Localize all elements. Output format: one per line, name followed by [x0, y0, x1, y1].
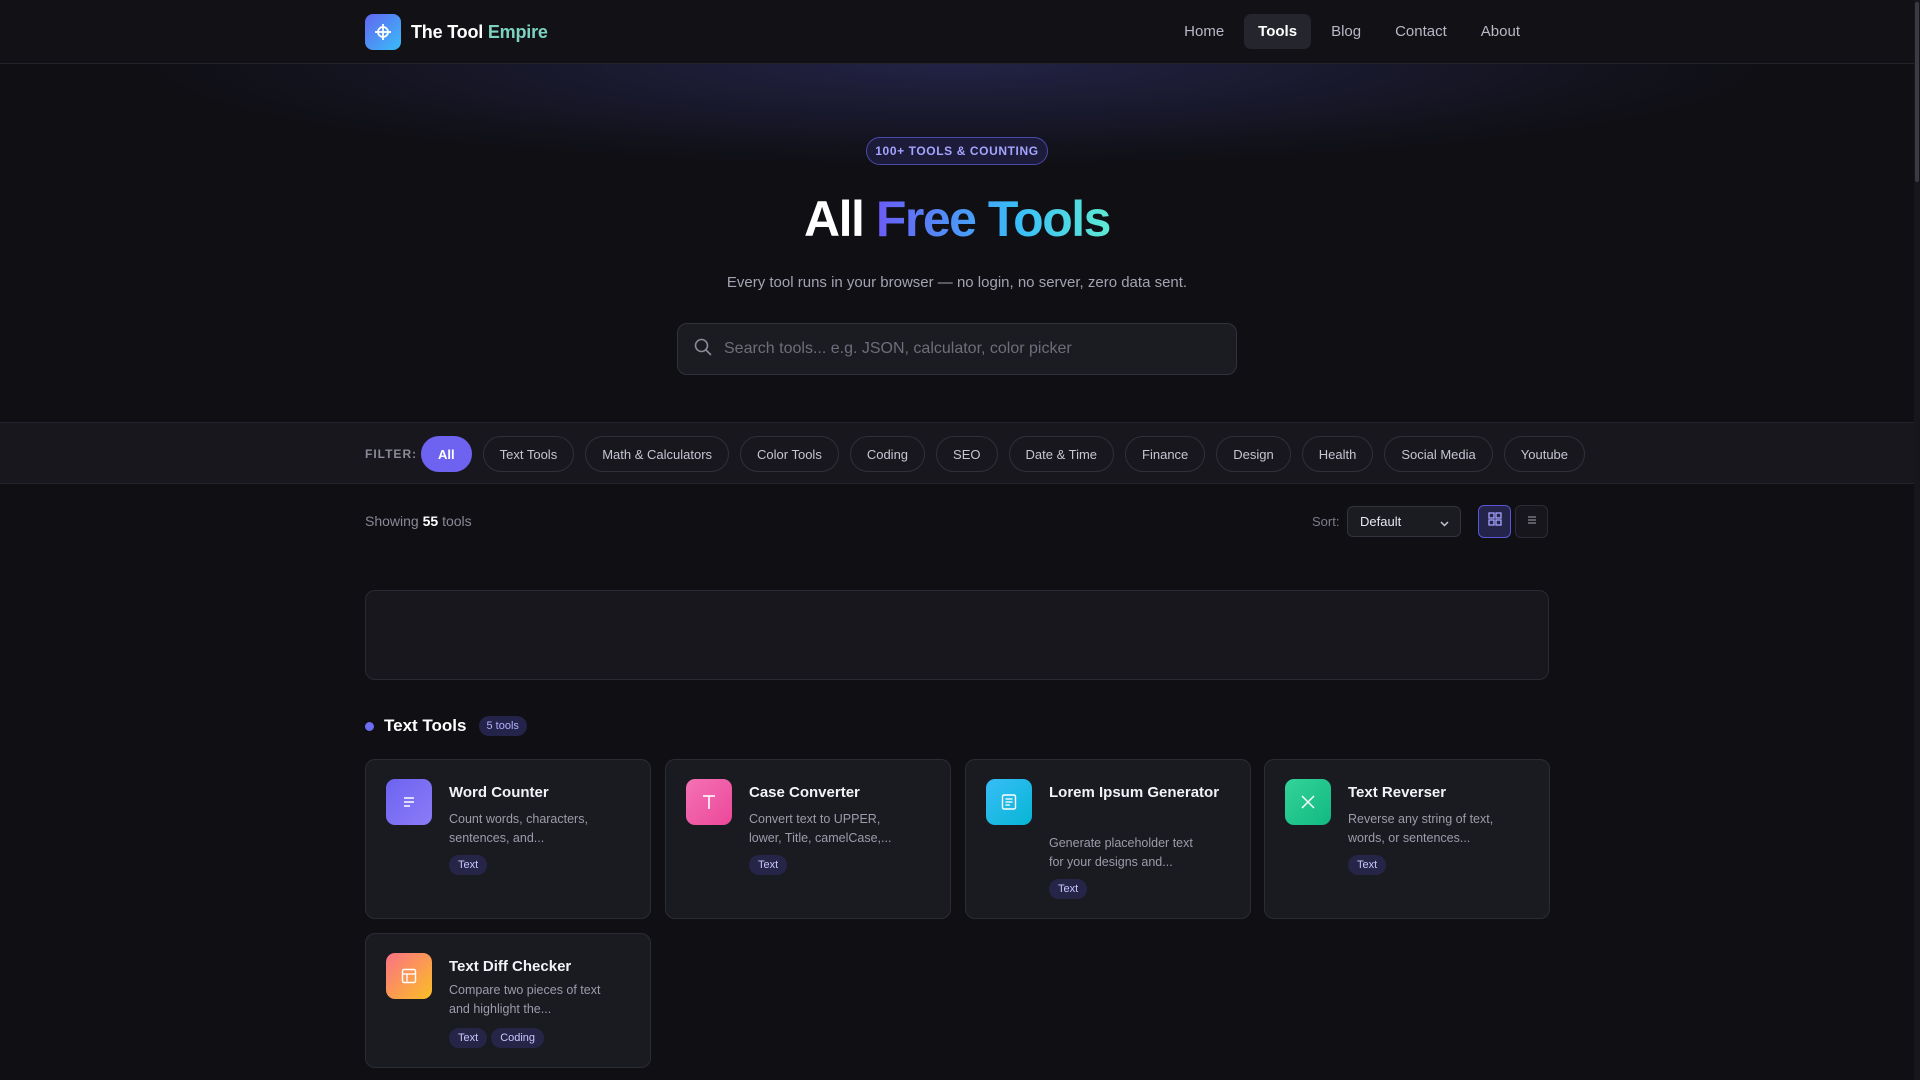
tool-card-description: Reverse any string of text, words, or se… — [1348, 812, 1494, 845]
results-count: Showing 55 tools — [365, 513, 472, 529]
nav-tools[interactable]: Tools — [1244, 14, 1312, 49]
filter-chip-text-tools[interactable]: Text Tools — [482, 436, 575, 472]
filter-chip-all[interactable]: All — [421, 436, 472, 472]
tool-card-tags: Text — [1348, 855, 1387, 875]
results-number: 55 — [422, 513, 439, 529]
tag-coding: Coding — [491, 1028, 545, 1048]
tools-count-badge: 100+ TOOLS & COUNTING — [866, 137, 1048, 165]
ad-placeholder — [365, 590, 1549, 680]
filter-chip-coding[interactable]: Coding — [849, 436, 926, 472]
section-header-text-tools: Text Tools 5 tools — [365, 716, 527, 736]
filter-chip-social-media[interactable]: Social Media — [1384, 436, 1493, 472]
tag-text: Text — [449, 1028, 488, 1048]
page-scrollbar[interactable] — [1914, 0, 1920, 1080]
section-title: Text Tools — [384, 716, 467, 735]
crosshair-icon — [365, 14, 401, 50]
tool-card-lorem-ipsum-generator[interactable]: Lorem Ipsum Generator Generate placehold… — [965, 759, 1251, 919]
results-suffix: tools — [442, 513, 472, 529]
tool-card-description: Compare two pieces of text and highlight… — [449, 983, 601, 1016]
filter-chip-date-time[interactable]: Date & Time — [1008, 436, 1115, 472]
tool-card-case-converter[interactable]: Case Converter Convert text to UPPER, lo… — [665, 759, 951, 919]
nav-blog[interactable]: Blog — [1317, 14, 1375, 49]
filter-label: FILTER: — [365, 447, 418, 461]
filter-chip-health[interactable]: Health — [1301, 436, 1374, 472]
tool-card-description: Convert text to UPPER, lower, Title, cam… — [749, 812, 892, 845]
tool-card-text-diff-checker[interactable]: Text Diff Checker Compare two pieces of … — [365, 933, 651, 1068]
tag-text: Text — [449, 855, 488, 875]
page-title-plain: All — [804, 191, 865, 247]
tool-card-tags: Text — [449, 855, 488, 875]
search-icon — [694, 338, 712, 361]
lines-icon — [386, 779, 432, 825]
nav-about[interactable]: About — [1467, 14, 1534, 49]
tool-card-word-counter[interactable]: Word Counter Count words, characters, se… — [365, 759, 651, 919]
search-input[interactable] — [724, 340, 1236, 358]
list-icon — [1526, 513, 1538, 531]
tool-card-title: Case Converter — [749, 784, 860, 801]
list-view-button[interactable] — [1515, 505, 1548, 538]
tag-text: Text — [749, 855, 788, 875]
chevron-down-icon — [1439, 517, 1450, 532]
filter-bar: FILTER: All Text Tools Math & Calculator… — [0, 422, 1914, 484]
grid-view-button[interactable] — [1478, 505, 1511, 538]
filter-chip-math-calculators[interactable]: Math & Calculators — [585, 436, 730, 472]
swap-icon — [1285, 779, 1331, 825]
search-box[interactable] — [677, 323, 1237, 375]
main-nav: Home Tools Blog Contact About — [1170, 14, 1534, 49]
sort-dropdown[interactable]: Default — [1347, 506, 1461, 537]
filter-chip-design[interactable]: Design — [1216, 436, 1291, 472]
table-icon — [386, 953, 432, 999]
letter-t-icon — [686, 779, 732, 825]
document-icon — [986, 779, 1032, 825]
hero-glow — [0, 64, 1914, 184]
top-navbar: The Tool Empire Home Tools Blog Contact … — [0, 0, 1914, 64]
grid-icon — [1487, 512, 1502, 531]
brand-name-part2: Empire — [487, 21, 548, 42]
tool-card-title: Word Counter — [449, 784, 549, 801]
nav-contact[interactable]: Contact — [1381, 14, 1461, 49]
sort-label: Sort: — [1312, 514, 1340, 529]
tool-card-title: Lorem Ipsum Generator — [1049, 784, 1220, 801]
filter-chips: All Text Tools Math & Calculators Color … — [421, 436, 1586, 472]
tag-text: Text — [1348, 855, 1387, 875]
tool-card-tags: Text — [749, 855, 788, 875]
brand-home-link[interactable]: The Tool Empire — [365, 14, 548, 50]
filter-chip-finance[interactable]: Finance — [1125, 436, 1206, 472]
tool-card-tags: Text — [1049, 879, 1088, 899]
section-dot — [365, 721, 374, 731]
nav-home[interactable]: Home — [1170, 14, 1238, 49]
filter-chip-color-tools[interactable]: Color Tools — [740, 436, 839, 472]
page-subtitle: Every tool runs in your browser — no log… — [726, 274, 1188, 291]
tool-card-tags: Text Coding — [449, 1028, 545, 1048]
page-title-gradient: Free Tools — [875, 191, 1112, 247]
brand-name-part1: The Tool — [411, 21, 484, 42]
scrollbar-thumb[interactable] — [1915, 2, 1919, 182]
tool-card-description: Count words, characters, sentences, and.… — [449, 812, 588, 845]
page-title: All Free Tools — [0, 190, 1914, 248]
tag-text: Text — [1049, 879, 1088, 899]
tool-card-text-reverser[interactable]: Text Reverser Reverse any string of text… — [1264, 759, 1550, 919]
filter-chip-seo[interactable]: SEO — [936, 436, 998, 472]
section-count-badge: 5 tools — [478, 716, 527, 736]
tool-card-title: Text Reverser — [1348, 784, 1447, 801]
tool-card-title: Text Diff Checker — [449, 958, 572, 975]
brand-name: The Tool Empire — [411, 22, 548, 43]
filter-chip-youtube[interactable]: Youtube — [1503, 436, 1586, 472]
results-prefix: Showing — [365, 513, 419, 529]
tool-card-description: Generate placeholder text for your desig… — [1049, 836, 1193, 869]
sort-value: Default — [1360, 514, 1402, 529]
